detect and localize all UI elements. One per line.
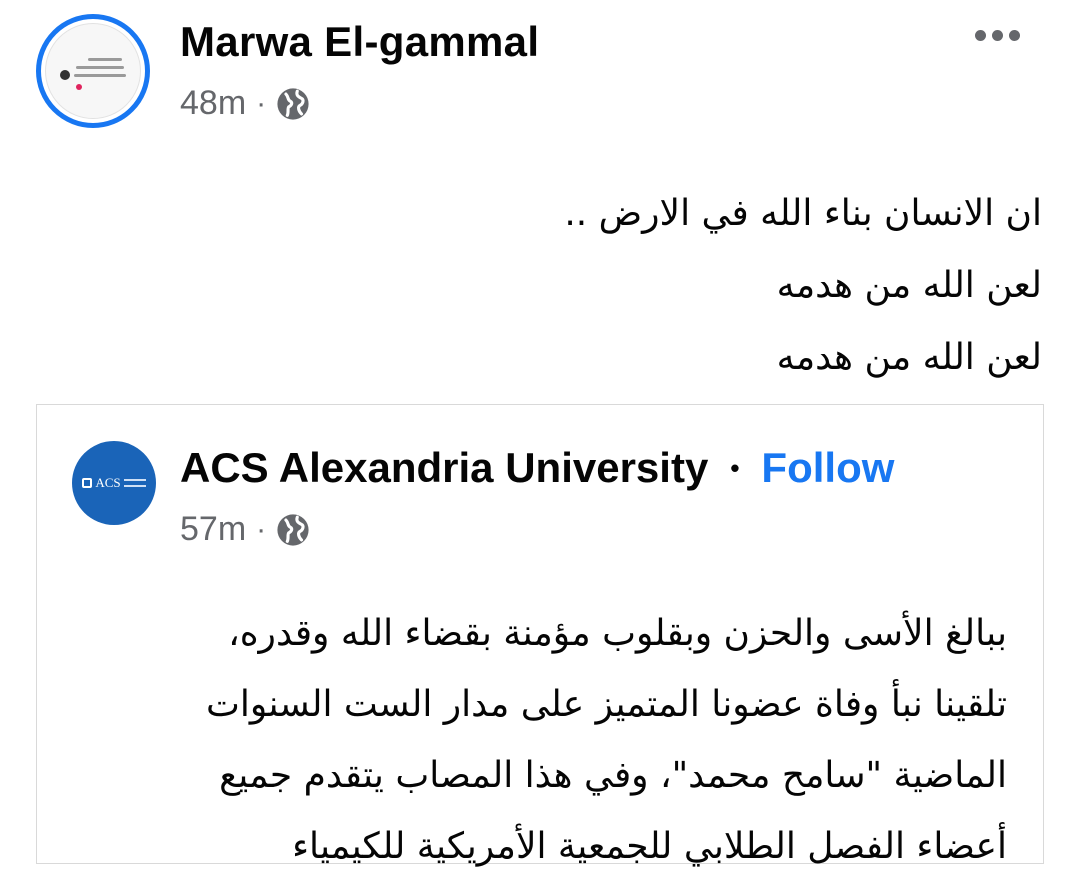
page-header: ACS Alexandria University • Follow (180, 444, 894, 492)
avatar-image (45, 23, 141, 119)
post-meta: 48m · (180, 84, 310, 123)
post-text-line: ان الانسان بناء الله في الارض .. (564, 193, 1042, 234)
page-avatar[interactable]: ACS (72, 441, 156, 525)
author-name[interactable]: Marwa El-gammal (180, 18, 539, 66)
page-name[interactable]: ACS Alexandria University (180, 444, 708, 492)
meta-separator: · (256, 512, 267, 546)
shared-text-line: أعضاء الفصل الطلابي للجمعية الأمريكية لل… (292, 826, 1007, 867)
post-text-line: لعن الله من هدمه (776, 265, 1042, 306)
author-avatar[interactable] (36, 14, 150, 128)
acs-logo-icon (82, 478, 93, 488)
shared-text-line: الماضية "سامح محمد"، وفي هذا المصاب يتقد… (219, 755, 1007, 796)
shared-text-line: ببالغ الأسى والحزن وبقلوب مؤمنة بقضاء ال… (228, 613, 1007, 654)
avatar-label: ACS (95, 475, 121, 490)
post-text: ان الانسان بناء الله في الارض .. لعن الل… (142, 178, 1042, 394)
globe-icon[interactable] (276, 87, 310, 121)
shared-text-line: تلقينا نبأ وفاة عضونا المتميز على مدار ا… (206, 684, 1007, 725)
meta-separator: · (256, 86, 267, 120)
avatar-lines (123, 477, 146, 489)
more-options-icon[interactable] (975, 30, 1020, 41)
shared-post-text: ببالغ الأسى والحزن وبقلوب مؤمنة بقضاء ال… (107, 598, 1007, 882)
follow-button[interactable]: Follow (761, 444, 894, 492)
follow-separator: • (730, 452, 740, 483)
shared-post-time[interactable]: 57m (180, 510, 246, 549)
globe-icon[interactable] (276, 513, 310, 547)
shared-post-meta: 57m · (180, 510, 310, 549)
post-time[interactable]: 48m (180, 84, 246, 123)
post-text-line: لعن الله من هدمه (776, 337, 1042, 378)
